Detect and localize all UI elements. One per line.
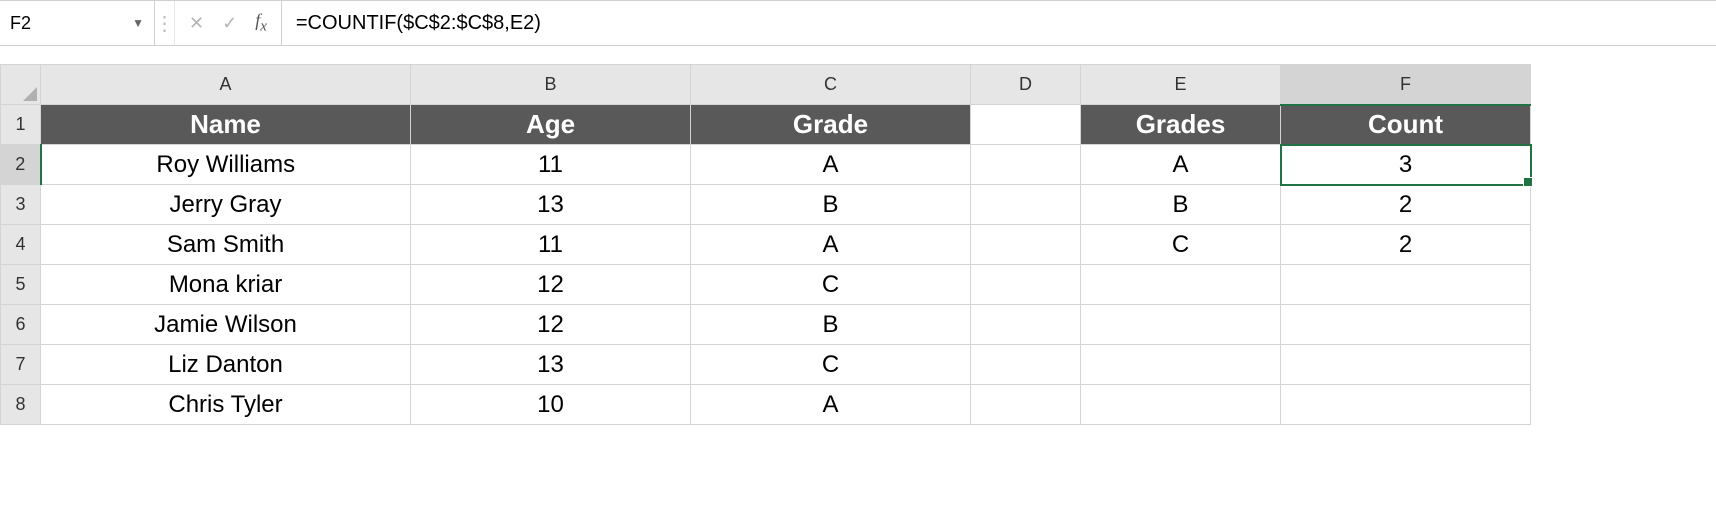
cell-A4[interactable]: Sam Smith [41,225,411,265]
cell-E1[interactable]: Grades [1081,105,1281,145]
name-box-value: F2 [10,13,31,34]
formula-input[interactable] [282,1,1716,45]
formula-bar-buttons: ✕ ✓ fx [175,1,282,45]
cell-F1[interactable]: Count [1281,105,1531,145]
row-header-4[interactable]: 4 [1,225,41,265]
cell-B5[interactable]: 12 [411,265,691,305]
cell-B8[interactable]: 10 [411,385,691,425]
cell-D6[interactable] [971,305,1081,345]
cell-D1[interactable] [971,105,1081,145]
cell-B6[interactable]: 12 [411,305,691,345]
row-header-6[interactable]: 6 [1,305,41,345]
row-header-5[interactable]: 5 [1,265,41,305]
cell-A7[interactable]: Liz Danton [41,345,411,385]
separator: ⋮ [155,1,175,45]
cell-D8[interactable] [971,385,1081,425]
cell-D5[interactable] [971,265,1081,305]
cell-F2[interactable]: 3 [1281,145,1531,185]
enter-icon[interactable]: ✓ [222,14,237,32]
row-header-1[interactable]: 1 [1,105,41,145]
cell-B1[interactable]: Age [411,105,691,145]
cell-B3[interactable]: 13 [411,185,691,225]
fx-icon[interactable]: fx [255,11,267,35]
cell-E6[interactable] [1081,305,1281,345]
cell-F8[interactable] [1281,385,1531,425]
cell-C4[interactable]: A [691,225,971,265]
row-header-7[interactable]: 7 [1,345,41,385]
col-header-E[interactable]: E [1081,65,1281,105]
cell-C1[interactable]: Grade [691,105,971,145]
cell-F7[interactable] [1281,345,1531,385]
row-header-3[interactable]: 3 [1,185,41,225]
cell-B4[interactable]: 11 [411,225,691,265]
cell-A3[interactable]: Jerry Gray [41,185,411,225]
cell-D2[interactable] [971,145,1081,185]
cell-B2[interactable]: 11 [411,145,691,185]
cell-A8[interactable]: Chris Tyler [41,385,411,425]
cell-B7[interactable]: 13 [411,345,691,385]
cell-D3[interactable] [971,185,1081,225]
cell-C5[interactable]: C [691,265,971,305]
row-header-8[interactable]: 8 [1,385,41,425]
cell-F5[interactable] [1281,265,1531,305]
cancel-icon[interactable]: ✕ [189,14,204,32]
cell-E4[interactable]: C [1081,225,1281,265]
col-header-C[interactable]: C [691,65,971,105]
cell-E2[interactable]: A [1081,145,1281,185]
cell-C7[interactable]: C [691,345,971,385]
cell-D4[interactable] [971,225,1081,265]
row-header-2[interactable]: 2 [1,145,41,185]
cell-C2[interactable]: A [691,145,971,185]
cell-F3[interactable]: 2 [1281,185,1531,225]
col-header-A[interactable]: A [41,65,411,105]
cell-D7[interactable] [971,345,1081,385]
cell-F6[interactable] [1281,305,1531,345]
cell-C8[interactable]: A [691,385,971,425]
spreadsheet-grid[interactable]: A B C D E F 1 Name Age Grade Grades Coun… [0,64,1531,425]
cell-C3[interactable]: B [691,185,971,225]
col-header-D[interactable]: D [971,65,1081,105]
select-all-corner[interactable] [1,65,41,105]
cell-A1[interactable]: Name [41,105,411,145]
cell-A5[interactable]: Mona kriar [41,265,411,305]
cell-A6[interactable]: Jamie Wilson [41,305,411,345]
col-header-F[interactable]: F [1281,65,1531,105]
name-box[interactable]: F2 ▼ [0,1,155,45]
formula-bar: F2 ▼ ⋮ ✕ ✓ fx [0,0,1716,46]
cell-E5[interactable] [1081,265,1281,305]
cell-A2[interactable]: Roy Williams [41,145,411,185]
cell-C6[interactable]: B [691,305,971,345]
dropdown-icon[interactable]: ▼ [132,16,144,30]
cell-F4[interactable]: 2 [1281,225,1531,265]
cell-E8[interactable] [1081,385,1281,425]
cell-E3[interactable]: B [1081,185,1281,225]
col-header-B[interactable]: B [411,65,691,105]
cell-E7[interactable] [1081,345,1281,385]
